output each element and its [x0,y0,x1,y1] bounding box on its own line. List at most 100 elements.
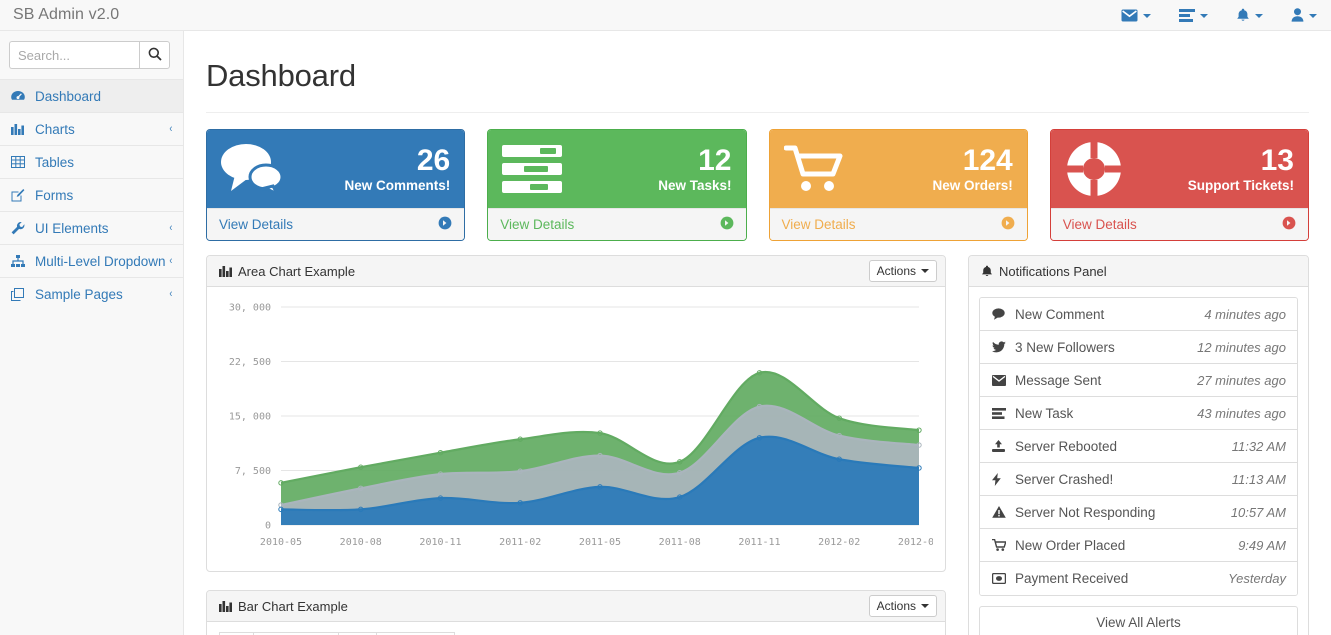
bar-chart-actions-button[interactable]: Actions [868,595,937,617]
stat-card-value: 26 [416,143,451,177]
messages-dropdown[interactable] [1107,0,1165,31]
upload-icon [992,439,1012,453]
x-axis-tick-label: 2011-05 [579,537,621,548]
area-chart-body: 0 7, 500 15, 000 22, 500 30, 000 2010-05 2010-… [207,287,945,571]
notification-time: 43 minutes ago [1197,405,1286,421]
notification-item[interactable]: New Task 43 minutes ago [980,397,1297,430]
chevron-left-icon: ‹ [169,122,173,135]
sidebar-item-charts[interactable]: Charts ‹ [0,112,183,145]
sidebar: Dashboard Charts‹TablesForms UI Elements ‹ M… [0,31,184,635]
x-axis-tick-label: 2010-11 [419,537,461,548]
bar-chart-icon [11,123,28,135]
notification-item[interactable]: New Comment 4 minutes ago [980,298,1297,331]
x-axis-tick-label: 2010-08 [340,537,382,548]
notification-time: 10:57 AM [1230,504,1286,520]
notification-time: 27 minutes ago [1197,372,1286,388]
brand-title[interactable]: SB Admin v2.0 [0,0,119,30]
table-icon [11,156,28,168]
stat-card-value: 12 [698,143,732,177]
notifications-panel-heading: Notifications Panel [969,256,1308,287]
sidebar-item-tables[interactable]: Tables [0,145,183,178]
lifering-icon [1065,140,1139,198]
bar-chart-panel-heading: Bar Chart Example Actions [207,591,945,622]
notification-item[interactable]: Server Not Responding 10:57 AM [980,496,1297,529]
sidebar-item-label: Multi-Level Dropdown [35,253,166,269]
notification-item[interactable]: 3 New Followers 12 minutes ago [980,331,1297,364]
area-chart-actions-button[interactable]: Actions [868,260,937,282]
notification-label: New Comment [1015,306,1105,322]
stat-card-values: 13 Support Tickets! [1139,144,1294,194]
sidebar-nav: Dashboard Charts ‹ Tables Forms UI Elements ‹ M… [0,79,183,310]
stat-card-label: New Comments! [344,177,451,193]
y-axis-tick-label: 7, 500 [235,466,271,477]
sidebar-item-label: Sample Pages [35,286,123,302]
stat-card-label: New Orders! [932,177,1013,193]
stat-card-values: 26 New Comments! [295,143,451,194]
arrow-circle-right-icon [1282,216,1296,233]
notification-time: 12 minutes ago [1197,339,1286,355]
page-title: Dashboard [206,58,356,93]
view-details-link[interactable]: View Details [488,208,746,240]
stat-card-support-tickets[interactable]: 13 Support Tickets! View Details [1049,129,1309,241]
alerts-dropdown[interactable] [1222,0,1277,31]
bar-chart-panel: Bar Chart Example Actions [206,590,946,635]
x-axis-tick-label: 2012-02 [818,537,860,548]
view-details-link[interactable]: View Details [769,208,1027,240]
notifications-list: New Comment 4 minutes ago 3 New Followers 1… [979,297,1298,596]
notification-item[interactable]: Server Rebooted 11:32 AM [980,430,1297,463]
edit-icon [11,188,28,202]
notification-label: Server Rebooted [1015,438,1118,454]
sidebar-item-forms[interactable]: Forms [0,178,183,211]
top-navbar: SB Admin v2.0 [0,0,1331,31]
sidebar-item-dashboard[interactable]: Dashboard [0,79,183,112]
actions-label: Actions [876,599,916,613]
search-input[interactable] [9,41,139,69]
notification-item[interactable]: Message Sent 27 minutes ago [980,364,1297,397]
comment-icon [992,308,1012,320]
tasks-icon [502,145,576,193]
stat-card-new-tasks[interactable]: 12 New Tasks! View Details [487,129,747,241]
search-button[interactable] [139,41,170,69]
tasks-dropdown[interactable] [1165,0,1222,31]
x-axis-tick-label: 2011-11 [738,537,780,548]
chevron-down-icon [921,604,929,608]
notification-label: Server Crashed! [1015,471,1114,487]
sidebar-item-label: Dashboard [35,88,102,104]
chevron-down-icon [921,269,929,273]
sidebar-item-ui-elements[interactable]: UI Elements ‹ [0,211,183,244]
search-icon [148,47,162,64]
view-details-label: View Details [219,217,294,232]
x-axis-tick-label: 2011-08 [659,537,701,548]
user-dropdown[interactable] [1277,0,1331,31]
bell-icon [1236,8,1250,23]
view-details-label: View Details [500,217,575,232]
stat-card-new-comments[interactable]: 26 New Comments! View Details [206,129,466,241]
twitter-icon [992,341,1012,353]
sidebar-item-multi-level-dropdown[interactable]: Multi-Level Dropdown ‹ [0,244,183,277]
bar-chart-icon [219,600,232,612]
warning-icon [992,506,1012,518]
view-details-link[interactable]: View Details [207,208,465,240]
actions-label: Actions [876,264,916,278]
bar-chart-icon [219,265,232,277]
notification-item[interactable]: Payment Received Yesterday [980,562,1297,595]
view-details-link[interactable]: View Details [1050,208,1308,240]
chevron-left-icon: ‹ [169,221,173,234]
stat-card-new-orders[interactable]: 124 New Orders! View Details [768,129,1028,241]
y-axis-tick-label: 15, 000 [229,412,271,423]
y-axis-tick-label: 0 [265,521,271,532]
sidebar-item-label: UI Elements [35,220,109,236]
files-icon [11,287,28,301]
envelope-icon [1121,9,1138,22]
area-chart-panel: Area Chart Example Actions 0 7, 500 15, 00… [206,255,946,572]
sidebar-item-sample-pages[interactable]: Sample Pages ‹ [0,277,183,310]
notification-label: New Task [1015,405,1074,421]
arrow-circle-right-icon [720,216,734,233]
notification-item[interactable]: Server Crashed! 11:13 AM [980,463,1297,496]
chevron-down-icon [1309,14,1317,18]
area-chart-svg[interactable]: 0 7, 500 15, 000 22, 500 30, 000 2010-05 2010-… [219,297,933,565]
view-all-alerts-button[interactable]: View All Alerts [979,606,1298,635]
stat-card-label: Support Tickets! [1187,177,1294,193]
notification-item[interactable]: New Order Placed 9:49 AM [980,529,1297,562]
chevron-down-icon [1200,14,1208,18]
